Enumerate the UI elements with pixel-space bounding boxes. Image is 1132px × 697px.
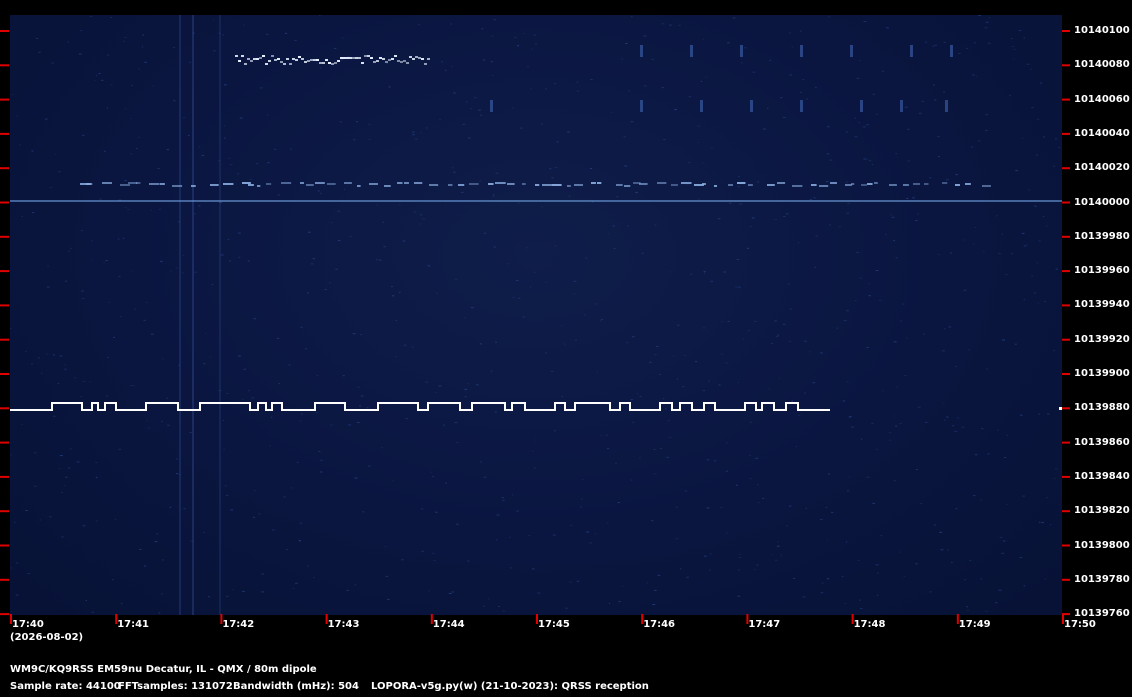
freq-label: 10139780 — [1074, 573, 1130, 585]
freq-tick — [0, 98, 9, 101]
freq-label: 10139880 — [1074, 402, 1130, 414]
freq-label: 10139920 — [1074, 333, 1130, 345]
freq-tick — [0, 338, 9, 341]
freq-tick — [1062, 30, 1070, 32]
freq-tick — [0, 578, 9, 581]
freq-tick — [1062, 98, 1070, 101]
freq-label: 10140060 — [1074, 93, 1130, 105]
freq-tick — [1062, 338, 1070, 341]
fft-samples-info: FFTsamples: 131072 — [118, 681, 233, 692]
freq-tick — [0, 407, 9, 410]
faint-signals — [490, 45, 953, 112]
freq-tick — [1062, 407, 1070, 410]
time-label: 17:45 — [538, 619, 570, 630]
freq-tick — [0, 30, 9, 32]
freq-tick — [0, 235, 9, 238]
bandwidth-info: Bandwidth (mHz): 504 — [233, 681, 359, 692]
freq-label: 10139860 — [1074, 436, 1130, 448]
sample-rate-info: Sample rate: 44100 — [10, 681, 121, 692]
freq-tick — [1062, 235, 1070, 238]
freq-label: 10139900 — [1074, 368, 1130, 379]
freq-label: 10139840 — [1074, 470, 1130, 482]
left-tick-marks — [0, 30, 9, 616]
signal-burst-top — [235, 55, 430, 65]
time-label: 17:40 — [12, 619, 44, 630]
freq-label: 10140040 — [1074, 127, 1130, 139]
freq-label: 10139820 — [1074, 505, 1130, 517]
freq-tick — [1062, 510, 1070, 513]
freq-tick — [0, 270, 9, 273]
freq-tick — [1062, 201, 1070, 204]
freq-tick — [0, 544, 9, 547]
freq-tick — [0, 167, 9, 170]
spectrogram-canvas — [10, 15, 1062, 615]
right-tick-marks — [1062, 30, 1070, 616]
time-label: 17:42 — [222, 619, 255, 630]
freq-tick — [0, 510, 9, 513]
freq-tick — [1062, 544, 1070, 547]
freq-tick — [0, 441, 9, 444]
freq-tick — [0, 201, 9, 204]
date-label: (2026-08-02) — [10, 632, 84, 643]
freq-label: 10140080 — [1074, 59, 1130, 71]
freq-tick — [1062, 304, 1070, 307]
freq-tick — [1062, 578, 1070, 581]
time-label: 17:43 — [327, 619, 360, 630]
qrss-signal-trace — [10, 402, 830, 411]
time-label: 17:50 — [1064, 619, 1096, 630]
time-label: 17:46 — [643, 619, 676, 630]
software-info: LOPORA-v5g.py(w) (21-10-2023): QRSS rece… — [371, 681, 649, 692]
time-label: 17:48 — [853, 619, 886, 630]
time-label: 17:47 — [748, 619, 781, 630]
freq-tick — [0, 64, 9, 67]
freq-tick — [0, 373, 9, 375]
spectrogram-display — [10, 15, 1062, 615]
freq-tick — [0, 475, 9, 478]
freq-label: 10139800 — [1074, 539, 1130, 551]
freq-tick — [1062, 132, 1070, 135]
time-label: 17:41 — [117, 619, 150, 630]
freq-label: 10140020 — [1074, 162, 1130, 174]
freq-label: 10140000 — [1074, 196, 1130, 208]
freq-label: 10139980 — [1074, 230, 1130, 242]
freq-tick — [1062, 441, 1070, 444]
freq-label: 10140100 — [1074, 25, 1130, 36]
freq-tick — [1062, 475, 1070, 478]
freq-tick — [1062, 167, 1070, 170]
freq-tick — [0, 304, 9, 307]
signal-trace-upper — [80, 182, 991, 187]
freq-label: 10139960 — [1074, 265, 1130, 277]
time-label: 17:44 — [432, 619, 465, 630]
time-label: 17:49 — [958, 619, 991, 630]
freq-tick — [0, 132, 9, 135]
freq-tick — [1062, 64, 1070, 67]
freq-tick — [1062, 270, 1070, 273]
station-info: WM9C/KQ9RSS EM59nu Decatur, IL - QMX / 8… — [10, 664, 317, 675]
freq-tick — [1062, 373, 1070, 375]
freq-label: 10139940 — [1074, 299, 1130, 311]
